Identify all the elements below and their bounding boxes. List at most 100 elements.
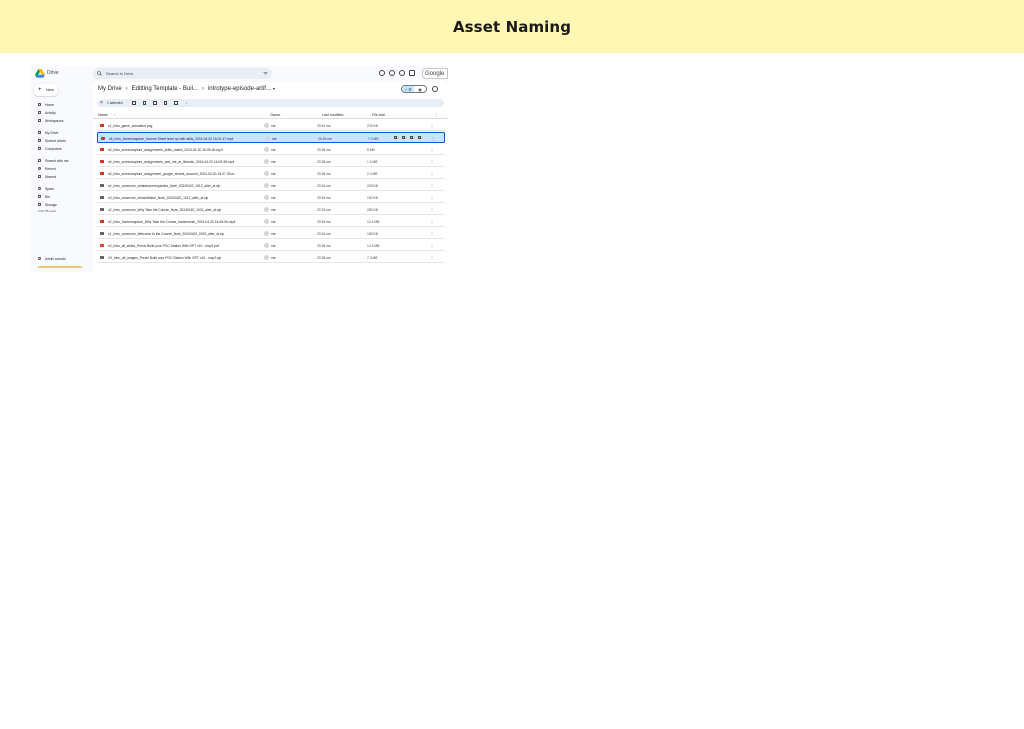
file-modified: 20:34 me xyxy=(317,219,331,224)
table-row[interactable]: v4_intro_voiceover_whatareprerequisites_… xyxy=(97,180,445,191)
sidebar-item-workspaces[interactable]: Workspaces xyxy=(31,118,93,124)
download-icon[interactable] xyxy=(402,136,405,139)
more-vert-icon[interactable]: ⋮ xyxy=(430,207,434,212)
download-icon[interactable] xyxy=(142,101,146,105)
breadcrumb-folder[interactable]: Editting Template - Buil... xyxy=(132,86,198,92)
sidebar-item-home[interactable]: Home xyxy=(31,102,93,108)
sidebar-item-activity[interactable]: Activity xyxy=(31,110,93,116)
workspaces-icon xyxy=(38,119,41,122)
breadcrumb-current[interactable]: introtype-episode-artif... xyxy=(208,86,271,92)
more-vert-icon[interactable]: ⋮ xyxy=(430,255,434,260)
sidebar-item-label: Shared with me xyxy=(45,158,69,163)
sidebar-item-starred[interactable]: Starred xyxy=(31,174,93,180)
account-button[interactable]: Google xyxy=(422,68,448,79)
sidebar-item-bin[interactable]: Bin xyxy=(31,194,93,200)
sidebar-item-my-drive[interactable]: My Drive xyxy=(31,130,93,136)
file-owner: me xyxy=(271,243,276,248)
star-icon[interactable] xyxy=(418,136,421,139)
more-vert-icon[interactable]: ⋮ xyxy=(431,136,435,141)
column-file-size[interactable]: File size xyxy=(372,113,385,117)
delete-icon[interactable] xyxy=(163,101,167,105)
table-row[interactable]: v6_intro_screencapture_assignment_google… xyxy=(97,168,445,179)
info-icon[interactable] xyxy=(432,86,438,92)
file-name: v2_intro_voiceover_Why Take the Course_N… xyxy=(108,207,222,212)
table-row[interactable]: v6_intro_Screencapture_Income Sheet leve… xyxy=(97,132,445,143)
sidebar: + New Home Activity Workspaces My Drive … xyxy=(31,82,93,272)
more-vert-icon[interactable]: ⋮ xyxy=(430,231,434,236)
rename-icon[interactable] xyxy=(410,136,413,139)
table-row[interactable]: v1_intro_game_animation.png me 20:51 me 276… xyxy=(97,120,445,131)
move-icon[interactable] xyxy=(153,101,157,105)
more-vert-icon[interactable]: ⋮ xyxy=(430,183,434,188)
plus-icon: + xyxy=(38,87,42,93)
sidebar-item-spam[interactable]: Spam xyxy=(31,186,93,192)
file-type-icon xyxy=(100,171,104,175)
sidebar-item-recent[interactable]: Recent xyxy=(31,166,93,172)
table-row[interactable]: v6_intro_screencapture_assignments_skill… xyxy=(97,144,445,155)
file-name: v2_intro_Screencapture_Why Take the Cour… xyxy=(108,219,236,224)
sidebar-item-shared-with-me[interactable]: Shared with me xyxy=(31,158,93,164)
more-vert-icon[interactable]: ⋮ xyxy=(430,195,434,200)
activity-icon xyxy=(38,111,41,114)
sidebar-item-label: Activity xyxy=(45,110,56,115)
more-vert-icon[interactable]: ⋮ xyxy=(435,113,439,117)
help-icon[interactable] xyxy=(389,70,395,76)
list-view-button[interactable]: ✓ ☰ xyxy=(402,86,414,92)
table-row[interactable]: v2_intro_voiceover_Why Take the Course_N… xyxy=(97,204,445,215)
search-options-icon[interactable] xyxy=(263,71,268,76)
more-vert-icon[interactable]: ⋮ xyxy=(185,101,189,106)
table-row[interactable]: V0_intro_all_images_Previz Build your PO… xyxy=(97,252,445,263)
account-label: Google xyxy=(425,71,445,77)
more-vert-icon[interactable]: ⋮ xyxy=(430,243,434,248)
table-row[interactable]: v6_intro_screencapture_assignments_add_m… xyxy=(97,156,445,167)
link-icon[interactable] xyxy=(174,101,178,105)
table-row[interactable]: v1_intro_voiceover_Welcome to the Course… xyxy=(97,228,445,239)
file-modified: 20:35 me xyxy=(317,255,331,260)
file-modified: 20:34 me xyxy=(317,183,331,188)
chevron-right-icon: › xyxy=(201,86,204,92)
shared-drives-icon xyxy=(38,139,41,142)
sidebar-item-label: My Drive xyxy=(45,130,59,135)
drive-app-name: Drive xyxy=(47,70,59,76)
file-type-icon xyxy=(100,195,104,199)
my-drive-icon xyxy=(38,131,41,134)
more-vert-icon[interactable]: ⋮ xyxy=(430,219,434,224)
more-vert-icon[interactable]: ⋮ xyxy=(430,147,434,152)
file-size: 253 KB xyxy=(367,207,378,212)
file-modified: 20:34 me xyxy=(317,231,331,236)
table-row[interactable]: v0_intro_all_slides_Previz Build your PO… xyxy=(97,240,445,251)
file-modified: 20:35 me xyxy=(317,159,331,164)
column-name[interactable]: Name xyxy=(98,113,108,117)
chevron-down-icon[interactable]: ▾ xyxy=(273,86,275,91)
sidebar-item-shared-drives[interactable]: Shared drives xyxy=(31,138,93,144)
admin-console-link[interactable]: Admin console xyxy=(31,256,93,262)
file-size: 14.3 MB xyxy=(367,243,380,248)
starred-icon xyxy=(38,175,41,178)
settings-icon[interactable] xyxy=(399,70,405,76)
file-size: 189 KB xyxy=(367,231,378,236)
ready-offline-icon[interactable] xyxy=(379,70,385,76)
avatar xyxy=(264,158,269,164)
sidebar-item-computers[interactable]: Computers xyxy=(31,146,93,152)
more-vert-icon[interactable]: ⋮ xyxy=(430,123,434,128)
search-input[interactable]: Search in Drive xyxy=(93,68,272,79)
file-type-icon xyxy=(100,231,104,235)
table-row[interactable]: v3_intro_voiceover_whoshibdem_Note_20240… xyxy=(97,192,445,203)
grid-view-button[interactable]: ▦ xyxy=(414,86,426,92)
table-row[interactable]: v2_intro_Screencapture_Why Take the Cour… xyxy=(97,216,445,227)
close-icon[interactable]: × xyxy=(100,100,103,106)
column-last-modified[interactable]: Last modified xyxy=(322,113,343,117)
file-type-icon xyxy=(100,159,104,163)
breadcrumb-my-drive[interactable]: My Drive xyxy=(98,86,122,92)
more-vert-icon[interactable]: ⋮ xyxy=(430,171,434,176)
share-icon[interactable] xyxy=(394,136,397,139)
avatar xyxy=(264,242,269,248)
sort-arrow-icon[interactable]: ↑ xyxy=(114,113,116,117)
share-icon[interactable] xyxy=(132,101,136,105)
sidebar-item-storage[interactable]: Storage xyxy=(31,202,93,208)
new-button[interactable]: + New xyxy=(34,84,58,96)
column-owner[interactable]: Owner xyxy=(270,113,281,117)
apps-grid-icon[interactable] xyxy=(409,70,415,76)
more-vert-icon[interactable]: ⋮ xyxy=(430,159,434,164)
search-icon xyxy=(97,71,102,76)
